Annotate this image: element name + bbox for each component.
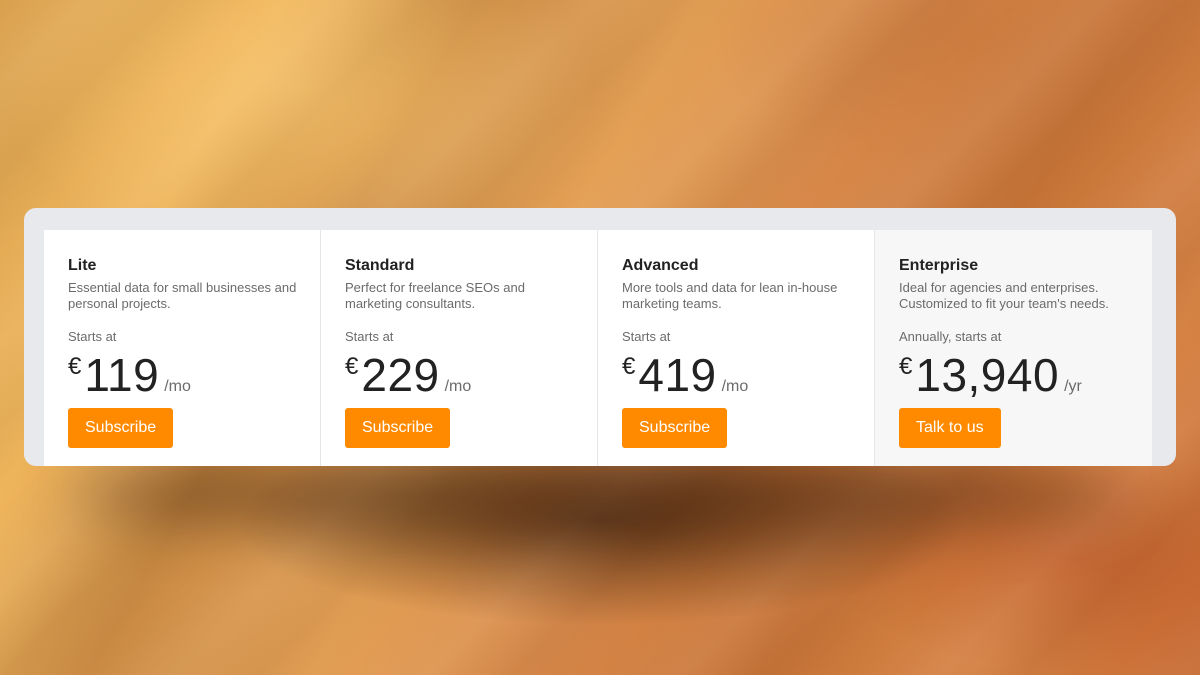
plan-description: Essential data for small businesses and … bbox=[68, 280, 297, 311]
price-note: Starts at bbox=[68, 329, 117, 344]
price-note: Starts at bbox=[622, 329, 671, 344]
price: € 419 /mo bbox=[622, 351, 850, 399]
plan-card-advanced: Advanced More tools and data for lean in… bbox=[598, 230, 875, 466]
price: € 119 /mo bbox=[68, 351, 296, 399]
plan-name: Standard bbox=[345, 257, 415, 274]
plan-name: Advanced bbox=[622, 257, 699, 274]
price: € 229 /mo bbox=[345, 351, 573, 399]
currency-symbol: € bbox=[622, 353, 636, 380]
plan-name: Enterprise bbox=[899, 257, 979, 274]
currency-symbol: € bbox=[68, 353, 82, 380]
subscribe-button-lite[interactable]: Subscribe bbox=[68, 408, 174, 448]
plan-card-enterprise: Enterprise Ideal for agencies and enterp… bbox=[875, 230, 1152, 466]
panel-shadow bbox=[70, 455, 1130, 535]
plan-description: Ideal for agencies and enterprises. Cust… bbox=[899, 280, 1109, 311]
plan-description: More tools and data for lean in-house ma… bbox=[622, 280, 838, 311]
price-period: /mo bbox=[721, 378, 749, 395]
subscribe-button-advanced[interactable]: Subscribe bbox=[622, 408, 728, 448]
currency-symbol: € bbox=[345, 353, 359, 380]
pricing-cards: Lite Essential data for small businesses… bbox=[44, 230, 1152, 466]
price-period: /mo bbox=[164, 378, 191, 395]
price-amount: 419 bbox=[638, 349, 717, 401]
price-amount: 229 bbox=[361, 349, 440, 401]
price-note: Starts at bbox=[345, 329, 394, 344]
plan-description: Perfect for freelance SEOs and marketing… bbox=[345, 280, 525, 311]
plan-card-lite: Lite Essential data for small businesses… bbox=[44, 230, 321, 466]
price-amount: 119 bbox=[84, 349, 160, 401]
currency-symbol: € bbox=[899, 353, 913, 380]
plan-card-standard: Standard Perfect for freelance SEOs and … bbox=[321, 230, 598, 466]
price-amount: 13,940 bbox=[915, 349, 1060, 401]
plan-name: Lite bbox=[68, 257, 97, 274]
price-period: /mo bbox=[444, 378, 472, 395]
subscribe-button-standard[interactable]: Subscribe bbox=[345, 408, 451, 448]
talk-to-us-button[interactable]: Talk to us bbox=[899, 408, 1001, 448]
price-note: Annually, starts at bbox=[899, 329, 1002, 344]
price-period: /yr bbox=[1064, 378, 1082, 395]
price: € 13,940 /yr bbox=[899, 351, 1128, 399]
